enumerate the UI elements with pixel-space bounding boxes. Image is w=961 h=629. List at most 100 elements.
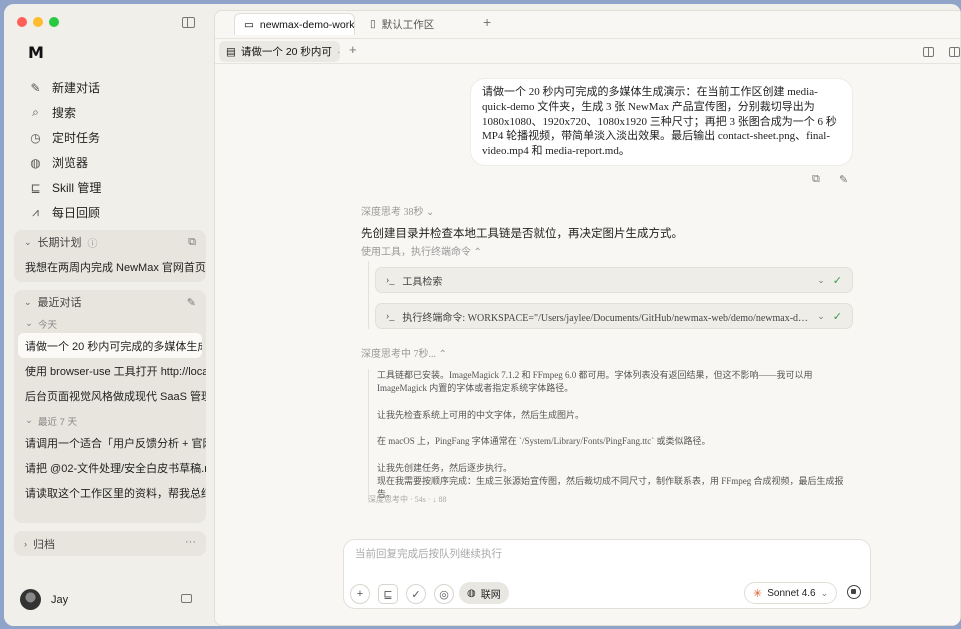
panel-toggle-icon[interactable] — [949, 47, 960, 57]
web-label: 联网 — [480, 589, 501, 601]
chevron-down-icon: ⌄ — [24, 236, 32, 247]
nav-label: 新建对话 — [52, 81, 101, 95]
group-today: ⌄ 今天 — [14, 314, 206, 333]
long-term-title: 长期计划 — [37, 237, 82, 249]
tab-default-workspace[interactable]: ▯ 默认工作区 — [361, 13, 443, 35]
assistant-answer: 先创建目录并检查本地工具链是否就位，再决定图片生成方式。 — [361, 228, 683, 240]
thinking-toggle-2[interactable]: 深度思考中 7秒... ⌃ — [361, 345, 447, 360]
chat-area: 请做一个 20 秒内可完成的多媒体生成演示：在当前工作区创建 media-qui… — [215, 65, 960, 535]
tool-card-search[interactable]: ›_ 工具检索 ⌄ ✓ — [375, 267, 853, 293]
chat-item-active[interactable]: 请做一个 20 秒内可完成的多媒体生成 · — [18, 333, 202, 358]
add-tab-button[interactable]: + — [483, 14, 491, 30]
sparkle-icon: ✳ — [753, 587, 763, 600]
web-search-toggle[interactable]: ◍ 联网 — [459, 582, 509, 604]
chart-icon: ⩘ — [32, 205, 39, 219]
globe-icon: ◍ — [467, 587, 476, 599]
thinking-toggle[interactable]: 深度思考 38秒 ⌄ — [361, 203, 434, 218]
thinking-label: 深度思考中 7秒... — [361, 349, 436, 360]
minimize-window-button[interactable] — [33, 17, 43, 27]
tool-card-label: 执行终端命令: WORKSPACE="/Users/jaylee/Documen… — [402, 312, 809, 324]
nav-search[interactable]: ⌕ 搜索 — [20, 100, 202, 125]
window-controls — [17, 17, 59, 27]
chat-item[interactable]: 后台页面视觉风格做成现代 SaaS 管理台 — [14, 383, 206, 408]
folder-icon: ▭ — [244, 18, 254, 31]
nav-daily-review[interactable]: ⩘ 每日回顾 — [20, 200, 202, 225]
skill-icon: ⊑ — [30, 180, 41, 195]
nav-new-chat[interactable]: ✎ 新建对话 — [20, 75, 202, 100]
new-chat-icon[interactable]: ✎ — [187, 296, 196, 309]
maximize-window-button[interactable] — [49, 17, 59, 27]
chevron-right-icon: › — [24, 538, 27, 549]
bookmark-icon: ▯ — [370, 18, 376, 30]
tab-label: 默认工作区 — [381, 18, 435, 31]
tools-toggle[interactable]: 使用工具，执行终端命令 ⌃ — [361, 243, 482, 258]
thinking-status: 深度思考中 · 54s · ↓ 88 — [368, 495, 447, 504]
app-window: M ✎ 新建对话 ⌕ 搜索 ◷ 定时任务 ◍ 浏览器 ⊑ Skill 管理 ⩘ … — [4, 4, 961, 626]
add-plan-icon[interactable]: ⧉ — [188, 236, 196, 249]
copy-icon[interactable]: ⧉ — [812, 173, 820, 186]
chevron-down-icon: ⌄ — [817, 274, 825, 285]
edit-icon: ✎ — [30, 80, 41, 95]
recent-title: 最近对话 — [37, 297, 82, 309]
chevron-down-icon: ⌄ — [820, 587, 829, 598]
tool-card-label: 工具检索 — [402, 276, 443, 288]
conversation-tab-active[interactable]: ▤ 请做一个 20 秒内可 · — [219, 41, 340, 62]
group-label-text: 今天 — [37, 319, 57, 331]
recent-panel: ⌄ 最近对话 ✎ ⌄ 今天 请做一个 20 秒内可完成的多媒体生成 · 使用 b… — [14, 290, 206, 523]
archive-panel[interactable]: › 归档 ··· — [14, 531, 206, 556]
add-attachment-button[interactable]: + — [350, 584, 370, 604]
edit-message-icon[interactable]: ✎ — [839, 173, 848, 186]
feedback-icon[interactable] — [181, 594, 192, 603]
model-selector[interactable]: ✳ Sonnet 4.6 ⌄ — [744, 582, 838, 604]
chat-item[interactable]: 请读取这个工作区里的资料，帮我总结 Ne — [14, 480, 206, 505]
chevron-down-icon: ⌄ — [817, 310, 825, 321]
check-icon: ✓ — [832, 310, 842, 323]
sidebar-nav: ✎ 新建对话 ⌕ 搜索 ◷ 定时任务 ◍ 浏览器 ⊑ Skill 管理 ⩘ 每日… — [20, 75, 202, 225]
chevron-down-icon: ⌄ — [426, 207, 435, 218]
globe-icon: ◍ — [30, 155, 41, 170]
chevron-down-icon: ⌄ — [25, 415, 33, 426]
plan-item[interactable]: 我想在两周内完成 NewMax 官网首页 — [14, 254, 206, 279]
nav-label: 定时任务 — [52, 131, 101, 145]
check-tool-button[interactable]: ✓ — [406, 584, 426, 604]
clock-icon: ◷ — [30, 130, 41, 145]
thinking-paragraph: 工具链都已安装。ImageMagick 7.1.2 和 FFmpeg 6.0 都… — [377, 370, 813, 393]
chat-item[interactable]: 请调用一个适合「用户反馈分析 + 官网 FA — [14, 430, 206, 455]
nav-scheduled-tasks[interactable]: ◷ 定时任务 — [20, 125, 202, 150]
nav-browser[interactable]: ◍ 浏览器 — [20, 150, 202, 175]
message-input[interactable] — [355, 548, 855, 560]
more-icon[interactable]: ··· — [185, 536, 196, 548]
app-logo: M — [28, 43, 44, 62]
info-icon: ⓘ — [87, 238, 98, 250]
chat-item[interactable]: 使用 browser-use 工具打开 http://localh — [14, 358, 206, 383]
user-message: 请做一个 20 秒内可完成的多媒体生成演示：在当前工作区创建 media-qui… — [471, 79, 852, 165]
split-view-icon[interactable] — [923, 47, 934, 57]
sidebar: M ✎ 新建对话 ⌕ 搜索 ◷ 定时任务 ◍ 浏览器 ⊑ Skill 管理 ⩘ … — [4, 4, 210, 626]
close-window-button[interactable] — [17, 17, 27, 27]
recent-header[interactable]: ⌄ 最近对话 ✎ — [14, 290, 206, 314]
thinking-label: 深度思考 38秒 — [361, 207, 424, 218]
add-conversation-button[interactable]: + — [349, 42, 357, 57]
main-panel: ▭ newmax-demo-work ▯ 默认工作区 + ▤ 请做一个 20 秒… — [214, 10, 961, 626]
nav-skill-management[interactable]: ⊑ Skill 管理 — [20, 175, 202, 200]
workspace-tabs: ▭ newmax-demo-work ▯ 默认工作区 — [234, 13, 443, 35]
stop-button[interactable] — [847, 585, 861, 599]
long-term-header[interactable]: ⌄ 长期计划 ⓘ ⧉ — [14, 230, 206, 254]
composer: + ⊑ ✓ ◎ ◍ 联网 ✳ Sonnet 4.6 ⌄ — [343, 539, 871, 609]
thinking-paragraph: 现在我需要按顺序完成：生成三张源始宣传图，然后裁切成不同尺寸，制作联系表，用 F… — [377, 475, 844, 499]
skill-button[interactable]: ⊑ — [378, 584, 398, 604]
chevron-down-icon: ⌄ — [25, 318, 33, 329]
user-profile[interactable]: Jay — [20, 589, 68, 610]
archive-header[interactable]: › 归档 ··· — [14, 531, 206, 556]
tools-label: 使用工具，执行终端命令 — [361, 247, 471, 258]
toggle-sidebar-icon[interactable] — [182, 17, 195, 28]
close-tab-icon[interactable]: · — [337, 46, 340, 58]
tool-card-terminal[interactable]: ›_ 执行终端命令: WORKSPACE="/Users/jaylee/Docu… — [375, 303, 853, 329]
user-name: Jay — [51, 593, 69, 606]
target-button[interactable]: ◎ — [434, 584, 454, 604]
tab-label: newmax-demo-work — [259, 18, 355, 31]
thinking-paragraph: 在 macOS 上，PingFang 字体通常在 `/System/Librar… — [377, 436, 711, 446]
tab-newmax-demo[interactable]: ▭ newmax-demo-work — [234, 13, 355, 35]
chat-item[interactable]: 请把 @02-文件处理/安全白皮书草稿.md — [14, 455, 206, 480]
archive-title: 归档 — [33, 538, 55, 551]
